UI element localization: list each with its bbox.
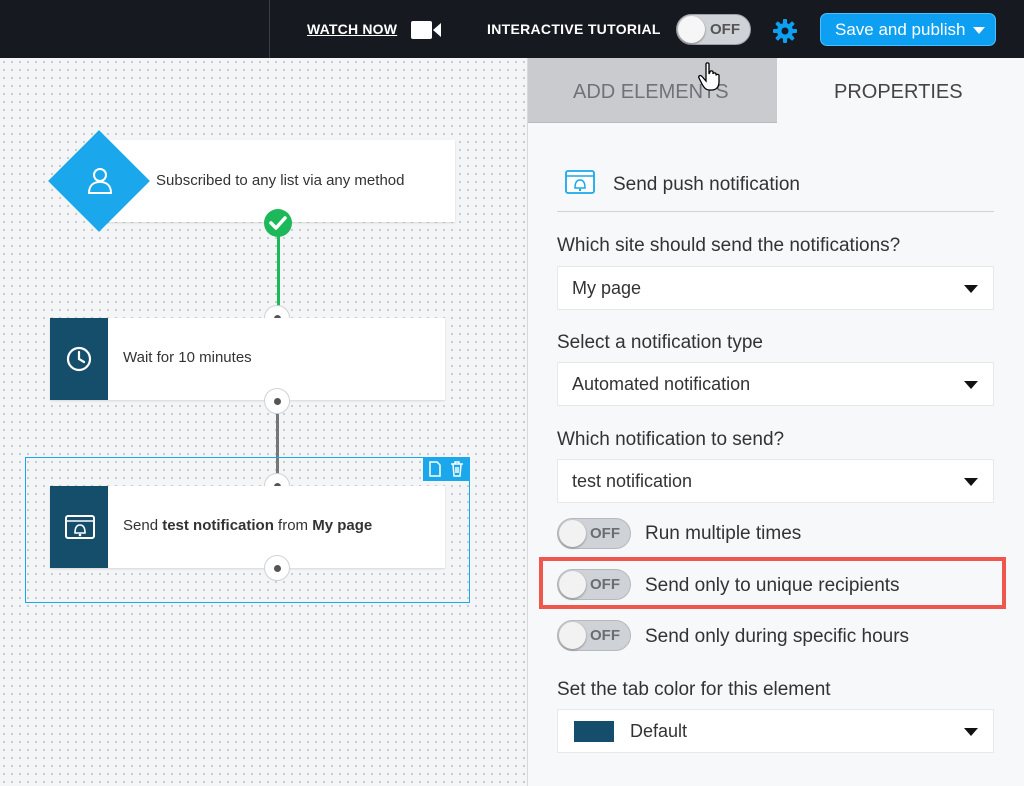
user-icon: [87, 168, 113, 194]
notification-label: Which notification to send?: [557, 429, 785, 450]
send-mid: from: [273, 517, 313, 534]
node-actions: [423, 457, 470, 481]
toggle-state: OFF: [590, 627, 620, 644]
wait-node[interactable]: Wait for 10 minutes: [50, 318, 445, 400]
tab-properties[interactable]: PROPERTIES: [777, 58, 1024, 123]
push-notification-icon: [65, 515, 95, 539]
clock-icon: [66, 346, 92, 372]
gear-icon[interactable]: [771, 17, 799, 45]
trigger-label: Subscribed to any list via any method: [156, 172, 405, 189]
output-port[interactable]: [264, 555, 290, 581]
toggle-knob: [678, 16, 705, 43]
tab-color-value: Default: [630, 721, 688, 741]
specific-hours-label: Send only during specific hours: [645, 626, 910, 647]
type-value: Automated notification: [572, 374, 751, 394]
toggle-state: OFF: [590, 525, 620, 542]
tab-color-select[interactable]: Default: [557, 709, 994, 753]
chevron-down-icon[interactable]: [973, 27, 985, 34]
chevron-down-icon: [964, 728, 978, 736]
panel-title: Send push notification: [613, 174, 800, 195]
color-swatch: [574, 721, 614, 742]
hand-cursor-icon: [698, 62, 720, 91]
send-label: Send test notification from My page: [123, 517, 372, 534]
type-label: Select a notification type: [557, 332, 763, 353]
run-multiple-label: Run multiple times: [645, 523, 802, 544]
toggle-knob: [559, 520, 586, 547]
chevron-down-icon: [964, 478, 978, 486]
interactive-tutorial-label: INTERACTIVE TUTORIAL: [487, 21, 661, 37]
send-node[interactable]: Send test notification from My page: [50, 486, 445, 568]
send-site-name: My page: [312, 517, 373, 534]
notification-select[interactable]: test notification: [557, 459, 994, 503]
type-select[interactable]: Automated notification: [557, 362, 994, 406]
toggle-knob: [559, 622, 586, 649]
copy-icon[interactable]: [428, 461, 442, 477]
toggle-state: OFF: [710, 21, 740, 38]
top-bar-divider: [269, 0, 270, 58]
properties-panel: [527, 58, 1024, 786]
output-port[interactable]: [264, 388, 290, 414]
tab-add-elements[interactable]: ADD ELEMENTS: [528, 58, 777, 123]
wait-label: Wait for 10 minutes: [123, 349, 252, 366]
send-prefix: Send: [123, 517, 163, 534]
site-value: My page: [572, 278, 642, 298]
send-notification-name: test notification: [162, 517, 274, 534]
site-label: Which site should send the notifications…: [557, 235, 901, 256]
save-and-publish-button[interactable]: Save and publish: [820, 13, 996, 46]
tutorial-toggle[interactable]: OFF: [676, 14, 751, 45]
run-multiple-toggle[interactable]: OFF: [557, 518, 631, 549]
tab-divider: [528, 122, 777, 123]
trash-icon[interactable]: [450, 461, 464, 477]
push-notification-icon: [565, 170, 595, 194]
publish-label: Save and publish: [835, 20, 966, 39]
tab-color-label: Set the tab color for this element: [557, 679, 831, 700]
highlight-box: [539, 557, 1006, 609]
video-camera-icon[interactable]: [410, 19, 442, 41]
node-tab: [50, 486, 108, 568]
node-tab: [50, 318, 108, 400]
specific-hours-toggle[interactable]: OFF: [557, 620, 631, 651]
site-select[interactable]: My page: [557, 266, 994, 310]
divider: [557, 211, 994, 212]
watch-now-link[interactable]: WATCH NOW: [307, 21, 397, 37]
connector-line: [277, 236, 280, 306]
check-icon: [264, 209, 292, 237]
chevron-down-icon: [964, 381, 978, 389]
notification-value: test notification: [572, 471, 693, 491]
chevron-down-icon: [964, 285, 978, 293]
